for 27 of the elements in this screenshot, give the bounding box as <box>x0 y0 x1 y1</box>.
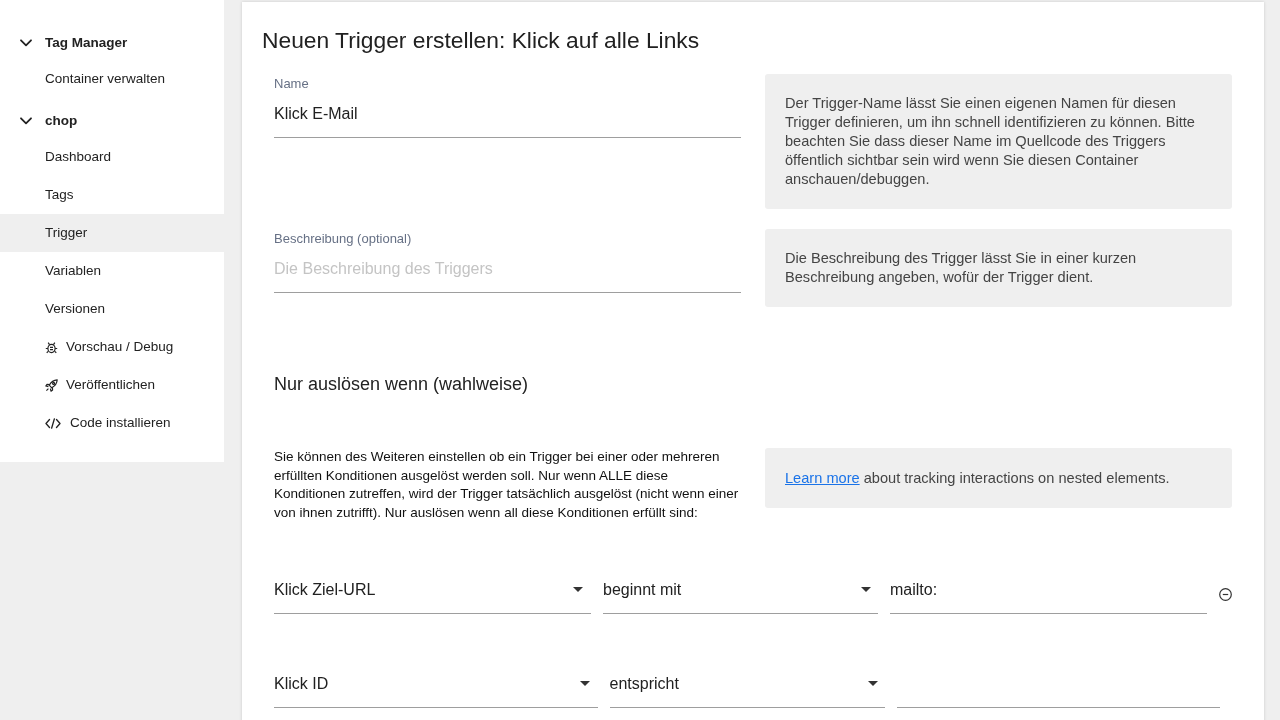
bug-icon <box>45 340 58 354</box>
variable-dropdown[interactable]: Klick Ziel-URL <box>274 570 591 614</box>
caret-icon <box>579 681 590 686</box>
help-text: Learn more about tracking interactions on nested elements. <box>765 448 1232 508</box>
description-text: Sie können des Weiteren einstellen ob ein Trigger bei einer oder mehreren erfüllten Konditionen ausgelöst werden soll. Nur wenn ALLE diese Konditionen zutreffen, wird der Trigger tatsächlich ausgelöst (nicht wenn einer von ihnen zutrifft). Nur auslösen wenn all diese Konditionen erfüllt sind: <box>274 448 740 522</box>
operator-dropdown[interactable]: beginnt mit <box>603 570 878 614</box>
caret-icon <box>861 587 871 592</box>
variable-dropdown[interactable]: Klick ID <box>274 664 598 708</box>
group-title: chop <box>45 111 78 130</box>
rocket-icon <box>45 378 58 392</box>
text-input[interactable]: Klick E-Mail <box>274 94 741 138</box>
help-text: Der Trigger-Name lässt Sie einen eigenen Namen für diesen Trigger definieren, um ihn schnell identifizieren zu können. Bitte beachten Sie dass dieser Name im Quellcode des Triggers öffentlich sichtbar sein wird wenn Sie diesen Container anschauen/debuggen. <box>765 74 1232 209</box>
value-input[interactable]: mailto: <box>890 570 1207 614</box>
remove-icon[interactable] <box>1219 587 1232 601</box>
text-input[interactable]: Die Beschreibung des Triggers <box>274 249 741 293</box>
field-label: Beschreibung (optional) <box>274 230 412 248</box>
help-text: Die Beschreibung des Trigger lässt Sie in einer kurzen Beschreibung angeben, wofür der Trigger dient. <box>765 229 1232 307</box>
caret-icon <box>867 681 878 686</box>
sidebar-item[interactable]: Trigger <box>0 214 224 252</box>
field-label: Name <box>274 75 309 93</box>
operator-dropdown[interactable]: entspricht <box>609 664 885 708</box>
caret-icon <box>573 587 583 592</box>
section-heading: Nur auslösen wenn (wahlweise) <box>274 373 529 396</box>
learn-more-link[interactable]: Learn more <box>785 470 860 486</box>
group-title: Tag Manager <box>45 33 128 52</box>
page-title: Neuen Trigger erstellen: Klick auf alle Links <box>262 26 701 54</box>
code-icon <box>45 417 61 429</box>
